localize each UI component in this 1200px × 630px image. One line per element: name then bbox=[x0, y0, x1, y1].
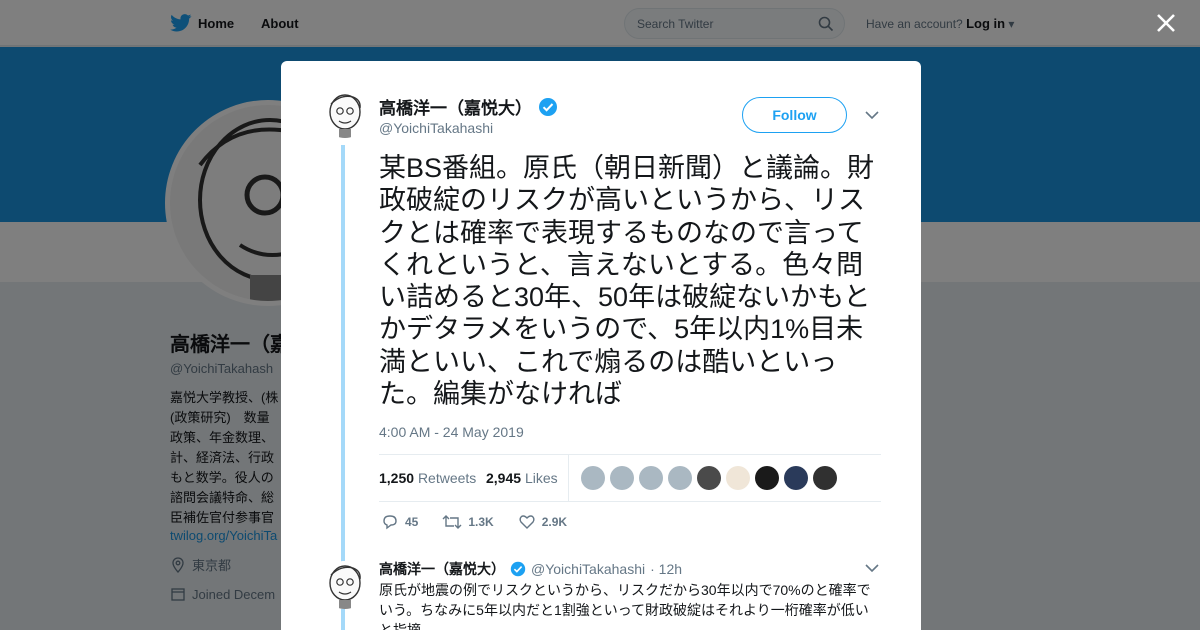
tweet-timestamp[interactable]: 4:00 AM - 24 May 2019 bbox=[379, 424, 524, 440]
chevron-down-icon[interactable] bbox=[865, 563, 879, 573]
liker-avatar[interactable] bbox=[755, 466, 779, 490]
liker-avatar[interactable] bbox=[581, 466, 605, 490]
reply-age[interactable]: · 12h bbox=[650, 561, 682, 577]
likes-label: Likes bbox=[524, 470, 558, 486]
tweet-author-handle[interactable]: @YoichiTakahashi bbox=[379, 120, 493, 136]
retweets-stat[interactable]: 1,250 Retweets bbox=[379, 470, 476, 486]
close-icon[interactable] bbox=[1155, 12, 1177, 34]
reply-author-handle[interactable]: @YoichiTakahashi bbox=[531, 561, 645, 577]
liker-avatar[interactable] bbox=[639, 466, 663, 490]
likes-stat[interactable]: 2,945 Likes bbox=[486, 470, 558, 486]
retweet-icon bbox=[442, 515, 462, 529]
likes-count: 2,945 bbox=[486, 470, 522, 486]
reply-text: 原氏が地震の例でリスクというから、リスクだから30年以内で70%のと確率でいう。… bbox=[379, 582, 871, 630]
like-action[interactable]: 2.9K bbox=[518, 513, 567, 531]
liker-avatar[interactable] bbox=[813, 466, 837, 490]
retweet-action[interactable]: 1.3K bbox=[442, 513, 494, 531]
retweet-count: 1.3K bbox=[468, 515, 494, 529]
verified-badge-icon bbox=[510, 561, 526, 577]
verified-badge-icon bbox=[539, 97, 557, 116]
reply-count: 45 bbox=[405, 515, 419, 529]
tweet-stats: 1,250 Retweets 2,945 Likes bbox=[379, 454, 881, 502]
tweet-author-name-text: 高橋洋一（嘉悦大） bbox=[379, 99, 532, 118]
thread-connector-line bbox=[341, 145, 345, 630]
liker-avatar[interactable] bbox=[726, 466, 750, 490]
tweet-modal: 高橋洋一（嘉悦大） @YoichiTakahashi Follow 某BS番組。… bbox=[281, 61, 921, 630]
author-avatar[interactable] bbox=[321, 90, 369, 138]
retweets-count: 1,250 bbox=[379, 470, 415, 486]
like-count: 2.9K bbox=[541, 515, 568, 529]
liker-avatar[interactable] bbox=[697, 466, 721, 490]
heart-icon bbox=[519, 515, 535, 529]
liker-avatars bbox=[581, 466, 837, 490]
retweets-label: Retweets bbox=[417, 470, 477, 486]
caricature-portrait-icon bbox=[321, 90, 369, 138]
liker-avatar[interactable] bbox=[668, 466, 692, 490]
tweet-actions: 45 1.3K 2.9K bbox=[381, 513, 591, 531]
caricature-portrait-icon bbox=[321, 561, 369, 609]
follow-button[interactable]: Follow bbox=[742, 97, 847, 133]
tweet-author-name[interactable]: 高橋洋一（嘉悦大） bbox=[379, 94, 558, 119]
reply-author-avatar[interactable] bbox=[321, 561, 369, 609]
liker-avatar[interactable] bbox=[784, 466, 808, 490]
reply-action[interactable]: 45 bbox=[381, 513, 418, 531]
liker-avatar[interactable] bbox=[610, 466, 634, 490]
chevron-down-icon[interactable] bbox=[865, 110, 879, 120]
reply-author-name[interactable]: 高橋洋一（嘉悦大） bbox=[379, 559, 505, 579]
reply-icon bbox=[383, 515, 397, 530]
reply-header: 高橋洋一（嘉悦大） @YoichiTakahashi · 12h bbox=[379, 559, 682, 579]
tweet-text: 某BS番組。原氏（朝日新聞）と議論。財政破綻のリスクが高いというから、リスクとは… bbox=[379, 153, 875, 410]
stats-divider bbox=[568, 455, 569, 501]
